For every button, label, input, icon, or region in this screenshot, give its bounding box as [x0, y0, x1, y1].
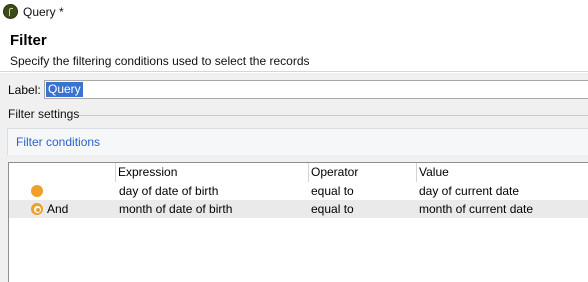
dialog-header: Filter Specify the filtering conditions … — [0, 25, 588, 72]
column-header-value[interactable]: Value — [417, 163, 449, 182]
window-titlebar: Query * — [0, 0, 588, 25]
conditions-grid[interactable]: Expression Operator Value day of date of… — [8, 162, 588, 282]
filter-conditions-bar: Filter conditions — [7, 128, 588, 155]
row-logic: And — [47, 202, 69, 216]
row-value: day of current date — [419, 184, 520, 198]
row-operator: equal to — [311, 202, 354, 216]
filter-conditions-link[interactable]: Filter conditions — [16, 135, 100, 149]
page-subtitle: Specify the filtering conditions used to… — [10, 54, 310, 68]
label-field-label: Label: — [8, 83, 41, 97]
condition-dot-icon — [31, 185, 43, 197]
column-header-operator[interactable]: Operator — [309, 163, 358, 182]
app-logo-icon — [3, 4, 18, 19]
row-operator: equal to — [311, 184, 354, 198]
table-row[interactable]: And month of date of birth equal to mont… — [9, 200, 588, 218]
filter-settings-divider — [79, 115, 588, 116]
grid-header: Expression Operator Value — [9, 163, 588, 182]
row-expression: day of date of birth — [119, 184, 219, 198]
label-input-value[interactable]: Query — [46, 82, 83, 97]
column-header-expression[interactable]: Expression — [116, 163, 177, 182]
window-title: Query * — [23, 5, 64, 19]
label-input[interactable]: Query — [44, 80, 588, 99]
row-value: month of current date — [419, 202, 534, 216]
table-row[interactable]: day of date of birth equal to day of cur… — [9, 182, 588, 200]
row-expression: month of date of birth — [119, 202, 233, 216]
filter-settings-legend: Filter settings — [8, 107, 80, 121]
page-title: Filter — [10, 32, 47, 49]
and-condition-icon — [31, 203, 43, 215]
